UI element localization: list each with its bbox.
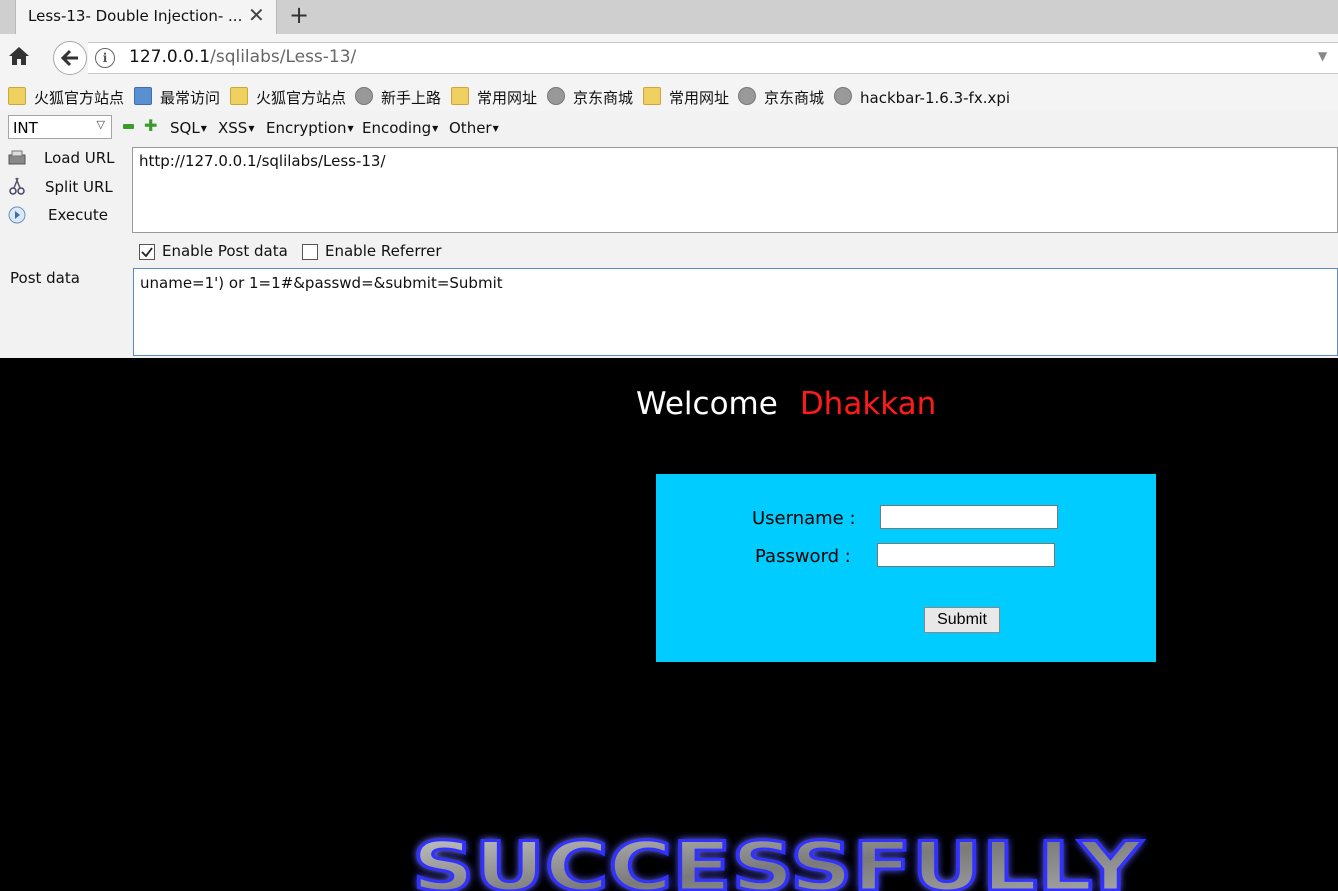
type-select[interactable]: INT ▽ [8, 115, 112, 139]
chevron-down-icon: ▽ [96, 118, 105, 131]
new-tab-icon[interactable]: + [289, 1, 309, 29]
back-button[interactable] [53, 41, 87, 75]
enable-post-checkbox[interactable] [139, 244, 155, 260]
user-name: Dhakkan [799, 386, 937, 422]
split-url-button[interactable]: Split URL [45, 178, 113, 196]
execute-button[interactable]: Execute [48, 206, 108, 224]
username-label: Username : [752, 508, 856, 529]
tab-title: Less-13- Double Injection- ... [28, 7, 243, 25]
load-url-icon [8, 150, 26, 165]
post-data-textarea[interactable]: uname=1') or 1=1#&passwd=&submit=Submit [133, 268, 1338, 356]
hackbar-panel: INT ▽ ✚ SQL▼ XSS▼ Encryption▼ Encoding▼ … [0, 111, 1338, 358]
back-arrow-icon [60, 49, 78, 67]
info-icon[interactable]: i [95, 48, 115, 68]
close-tab-icon[interactable]: ✕ [248, 3, 265, 27]
folder-icon [8, 87, 26, 105]
url-dropdown-icon[interactable]: ▼ [1318, 49, 1327, 63]
bookmark-item[interactable]: 京东商城 [738, 87, 824, 108]
home-icon[interactable] [8, 46, 30, 66]
menu-other[interactable]: Other▼ [449, 119, 499, 137]
checkmark-icon [141, 247, 153, 258]
increase-icon[interactable]: ✚ [144, 118, 157, 134]
menu-encoding[interactable]: Encoding▼ [362, 119, 438, 137]
password-input[interactable] [877, 543, 1055, 567]
bookmark-item[interactable]: 火狐官方站点 [8, 87, 124, 108]
globe-icon [738, 87, 756, 105]
folder-icon [643, 87, 661, 105]
magnifier-icon [134, 87, 152, 105]
bookmark-item[interactable]: 常用网址 [643, 87, 729, 108]
username-input[interactable] [880, 505, 1058, 529]
active-tab[interactable]: Less-13- Double Injection- ... ✕ [15, 0, 277, 34]
globe-icon [547, 87, 565, 105]
bookmark-item[interactable]: 新手上路 [355, 87, 441, 108]
play-icon [8, 206, 26, 224]
menu-encryption[interactable]: Encryption▼ [266, 119, 354, 137]
submit-button[interactable]: Submit [924, 607, 1000, 633]
post-data-label: Post data [10, 269, 80, 287]
enable-post-label: Enable Post data [162, 242, 288, 260]
success-banner: SUCCESSFULLY [411, 827, 1145, 891]
globe-icon [834, 87, 852, 105]
scissors-icon [9, 177, 25, 195]
bookmark-item[interactable]: 京东商城 [547, 87, 633, 108]
decrease-icon[interactable] [123, 124, 134, 129]
bookmark-item[interactable]: 火狐官方站点 [230, 87, 346, 108]
menu-xss[interactable]: XSS▼ [218, 119, 254, 137]
globe-icon [355, 87, 373, 105]
tab-strip: Less-13- Double Injection- ... ✕ + [0, 0, 1338, 34]
load-url-button[interactable]: Load URL [44, 149, 115, 167]
enable-referrer-label: Enable Referrer [325, 242, 442, 260]
password-label: Password : [755, 546, 851, 567]
bookmarks-bar: 火狐官方站点 最常访问 火狐官方站点 新手上路 常用网址 京东商城 常用网址 京… [0, 82, 1338, 111]
menu-sql[interactable]: SQL▼ [170, 119, 207, 137]
login-form: Username : Password : Submit [656, 474, 1156, 662]
bookmark-item[interactable]: hackbar-1.6.3-fx.xpi [834, 87, 1010, 107]
url-text: 127.0.0.1/sqlilabs/Less-13/ [129, 47, 357, 67]
url-textarea[interactable]: http://127.0.0.1/sqlilabs/Less-13/ [132, 147, 1338, 233]
folder-icon [230, 87, 248, 105]
bookmark-item[interactable]: 最常访问 [134, 87, 220, 108]
banner-text: SUCCESSFULLY [412, 828, 1143, 891]
welcome-text: Welcome [636, 386, 778, 422]
navigation-bar: i 127.0.0.1/sqlilabs/Less-13/ ▼ [0, 34, 1338, 83]
enable-referrer-checkbox[interactable] [302, 244, 318, 260]
address-bar[interactable]: i 127.0.0.1/sqlilabs/Less-13/ ▼ [88, 42, 1338, 74]
folder-icon [451, 87, 469, 105]
bookmark-item[interactable]: 常用网址 [451, 87, 537, 108]
welcome-heading: Welcome Dhakkan [636, 386, 936, 422]
